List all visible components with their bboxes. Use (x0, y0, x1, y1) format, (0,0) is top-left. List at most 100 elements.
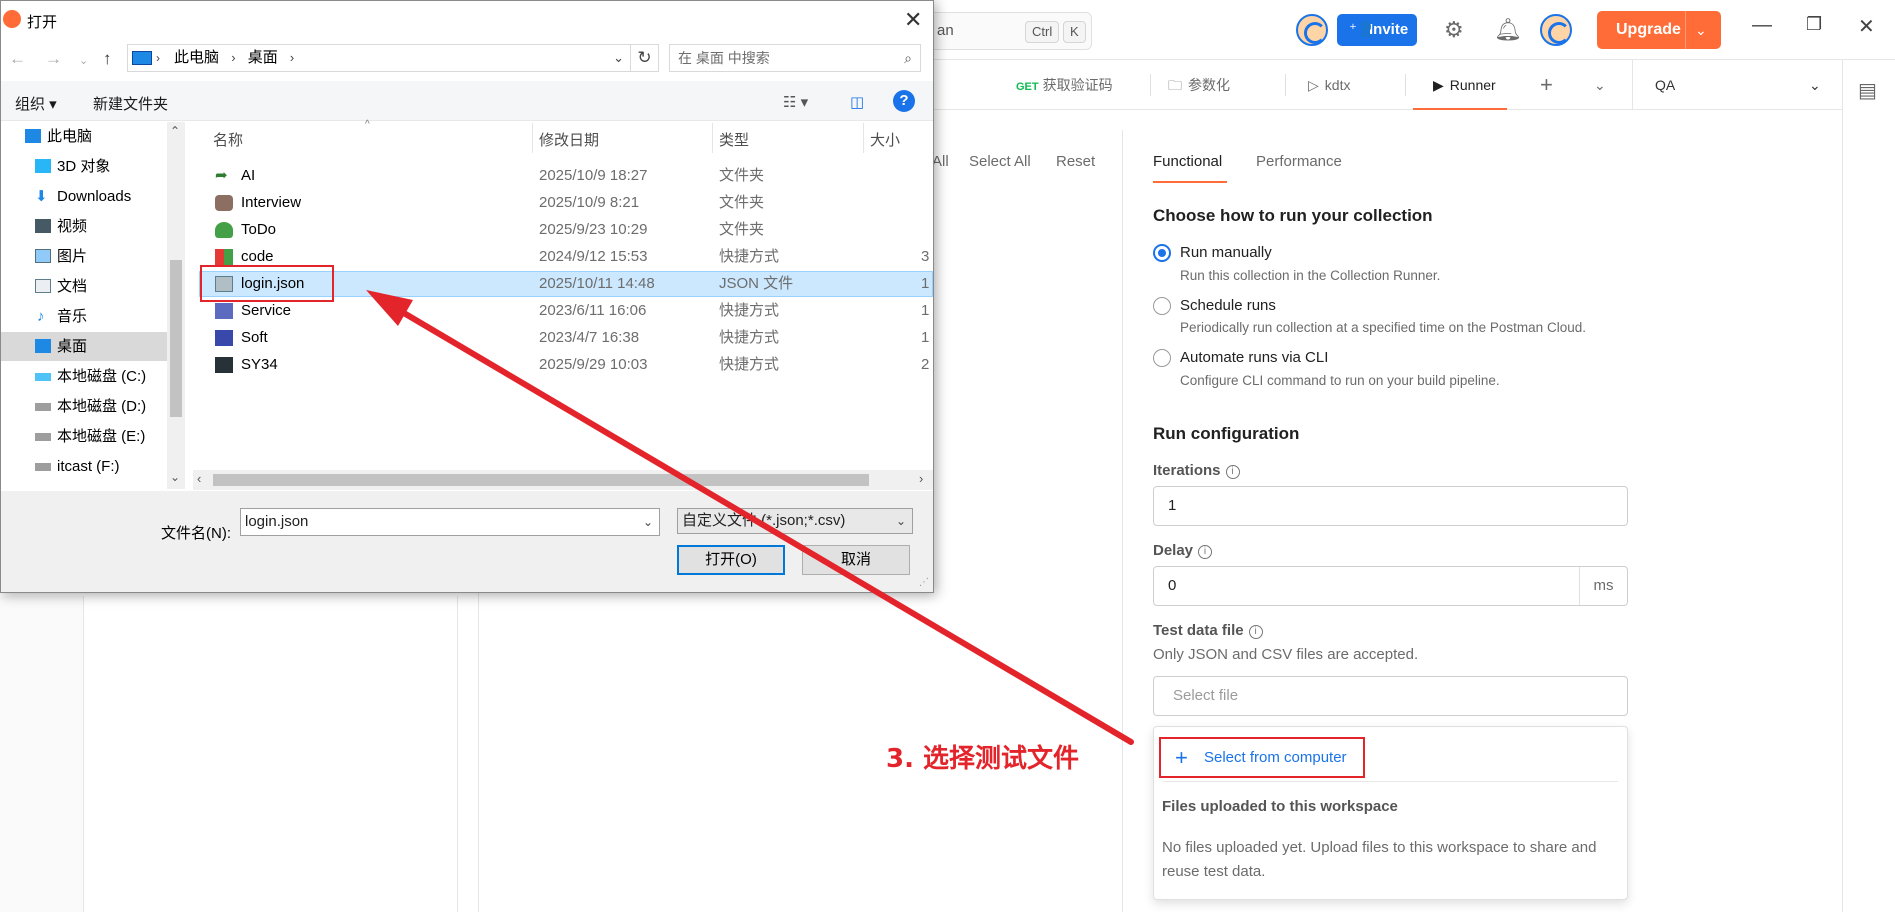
nav-item-desktop[interactable]: 桌面 (1, 332, 167, 361)
deselect-all-link[interactable]: All (932, 153, 949, 170)
info-icon[interactable]: i (1198, 545, 1213, 559)
nav-item-drive-f[interactable]: itcast (F:) (1, 452, 167, 481)
documentation-icon[interactable]: ▤ (1858, 78, 1877, 103)
select-file-input[interactable]: Select file (1153, 676, 1628, 716)
select-from-computer-button[interactable]: + Select from computer (1159, 737, 1365, 778)
filetype-value: 自定义文件 (*.json;*.csv) (682, 512, 846, 529)
nav-item-documents[interactable]: 文档 (1, 272, 167, 301)
annotation-label: 3. 选择测试文件 (886, 744, 1080, 774)
scroll-thumb[interactable] (213, 474, 869, 486)
nav-scrollbar[interactable]: ⌃ ⌄ (167, 122, 185, 489)
nav-item-3d-objects[interactable]: 3D 对象 (1, 152, 167, 181)
refresh-icon[interactable]: ↻ (631, 44, 659, 72)
tab-kdtx[interactable]: ▷ kdtx (1308, 60, 1350, 110)
tab-functional[interactable]: Functional (1153, 153, 1222, 170)
shortcut-k: K (1063, 21, 1086, 43)
file-row[interactable]: Soft 2023/4/7 16:38 快捷方式 1 (199, 325, 933, 351)
nav-item-drive-c[interactable]: 本地磁盘 (C:) (1, 362, 167, 391)
new-tab-plus-icon[interactable]: + (1540, 60, 1553, 110)
nav-item-drive-d[interactable]: 本地磁盘 (D:) (1, 392, 167, 421)
column-divider[interactable] (712, 123, 713, 153)
resize-grip-icon[interactable]: ⋰ (919, 577, 929, 588)
forward-arrow-icon[interactable]: → (45, 49, 62, 69)
tab-get-code[interactable]: GET 获取验证码 (1016, 60, 1113, 110)
iterations-input[interactable]: 1 (1153, 486, 1628, 526)
column-size[interactable]: 大小 (870, 129, 900, 150)
filename-input[interactable]: login.json ⌄ (240, 508, 660, 536)
settings-gear-icon[interactable]: ⚙ (1444, 16, 1464, 44)
file-type: 文件夹 (719, 167, 765, 184)
team-avatar-icon[interactable] (1296, 14, 1328, 46)
info-icon[interactable]: i (1248, 625, 1263, 639)
notifications-bell-icon[interactable]: 🔔︎ (1494, 16, 1522, 44)
upgrade-button[interactable]: Upgrade ⌄ (1597, 11, 1721, 49)
nav-item-drive-e[interactable]: 本地磁盘 (E:) (1, 422, 167, 451)
breadcrumb-this-pc[interactable]: 此电脑 (174, 49, 219, 66)
file-row[interactable]: Interview 2025/10/9 8:21 文件夹 (199, 190, 933, 216)
scroll-right-icon[interactable]: › (919, 471, 923, 486)
search-input[interactable]: 在 桌面 中搜索 ⌕ (669, 44, 921, 72)
recent-chevron-icon[interactable]: ⌄ (79, 54, 88, 67)
open-button[interactable]: 打开(O) (677, 545, 785, 575)
column-name[interactable]: 名称 (213, 129, 243, 150)
column-date[interactable]: 修改日期 (539, 129, 599, 150)
tab-performance[interactable]: Performance (1256, 153, 1342, 170)
scroll-thumb[interactable] (170, 260, 182, 417)
user-avatar-icon[interactable] (1540, 14, 1572, 46)
nav-item-videos[interactable]: 视频 (1, 212, 167, 241)
environment-selector[interactable]: QA ⌄ (1632, 60, 1842, 110)
up-arrow-icon[interactable]: ↑ (103, 49, 112, 69)
nav-item-this-pc[interactable]: 此电脑 (1, 122, 167, 151)
close-icon[interactable]: ✕ (904, 7, 922, 33)
preview-pane-icon[interactable]: ◫ (850, 93, 864, 111)
back-arrow-icon[interactable]: ← (9, 49, 26, 69)
document-icon (35, 279, 51, 293)
scroll-down-icon[interactable]: ⌄ (170, 470, 180, 484)
chevron-down-icon[interactable]: ⌄ (1695, 11, 1707, 49)
organize-button[interactable]: 组织 ▾ (15, 93, 57, 114)
minimize-icon[interactable]: — (1752, 14, 1772, 37)
delay-input[interactable]: 0 ms (1153, 566, 1628, 606)
scroll-up-icon[interactable]: ⌃ (170, 124, 180, 138)
nav-item-pictures[interactable]: 图片 (1, 242, 167, 271)
select-all-link[interactable]: Select All (969, 153, 1031, 170)
file-row[interactable]: ToDo 2025/9/23 10:29 文件夹 (199, 217, 933, 243)
file-row[interactable]: SY34 2025/9/29 10:03 快捷方式 2 (199, 352, 933, 378)
view-options-icon[interactable]: ☷ ▾ (783, 93, 808, 111)
address-bar[interactable]: › 此电脑 › 桌面 › ⌄ (127, 44, 631, 72)
new-folder-button[interactable]: 新建文件夹 (93, 93, 168, 114)
reset-link[interactable]: Reset (1056, 153, 1095, 170)
breadcrumb-desktop[interactable]: 桌面 (248, 49, 278, 66)
file-date: 2025/10/9 18:27 (539, 167, 648, 184)
column-divider[interactable] (863, 123, 864, 153)
scroll-left-icon[interactable]: ‹ (197, 471, 201, 486)
tab-params[interactable]: 🗀 参数化 (1168, 60, 1230, 110)
cancel-button[interactable]: 取消 (802, 545, 910, 575)
radio-schedule-runs[interactable] (1153, 297, 1171, 315)
info-icon[interactable]: i (1225, 465, 1240, 479)
test-data-label-text: Test data file (1153, 622, 1244, 639)
tabs-chevron-down-icon[interactable]: ⌄ (1594, 60, 1606, 110)
tab-label: 参数化 (1188, 77, 1230, 93)
tab-runner[interactable]: ▶︎ Runner (1413, 60, 1507, 110)
restore-icon[interactable]: ❐ (1806, 14, 1822, 35)
help-icon[interactable]: ? (893, 90, 915, 112)
file-row[interactable]: ➦ AI 2025/10/9 18:27 文件夹 (199, 163, 933, 189)
address-history-chevron-icon[interactable]: ⌄ (613, 45, 624, 71)
chevron-down-icon[interactable]: ⌄ (891, 509, 906, 533)
column-divider[interactable] (532, 123, 533, 153)
nav-item-music[interactable]: ♪ 音乐 (1, 302, 167, 331)
filetype-select[interactable]: 自定义文件 (*.json;*.csv) ⌄ (677, 508, 913, 534)
radio-run-manually[interactable] (1153, 244, 1171, 262)
radio-automate-cli[interactable] (1153, 349, 1171, 367)
close-window-icon[interactable]: ✕ (1858, 14, 1875, 39)
file-list-hscrollbar[interactable]: ‹ › (193, 470, 933, 490)
file-date: 2025/9/29 10:03 (539, 356, 648, 373)
nav-label: 本地磁盘 (D:) (57, 398, 147, 415)
invite-button[interactable]: ⁺👤 Invite (1337, 14, 1417, 46)
file-date: 2024/9/12 15:53 (539, 248, 648, 265)
column-type[interactable]: 类型 (719, 129, 749, 150)
nav-item-downloads[interactable]: ⬇ Downloads (1, 182, 167, 211)
chevron-down-icon[interactable]: ⌄ (643, 509, 653, 535)
file-size: 3 (921, 248, 930, 265)
